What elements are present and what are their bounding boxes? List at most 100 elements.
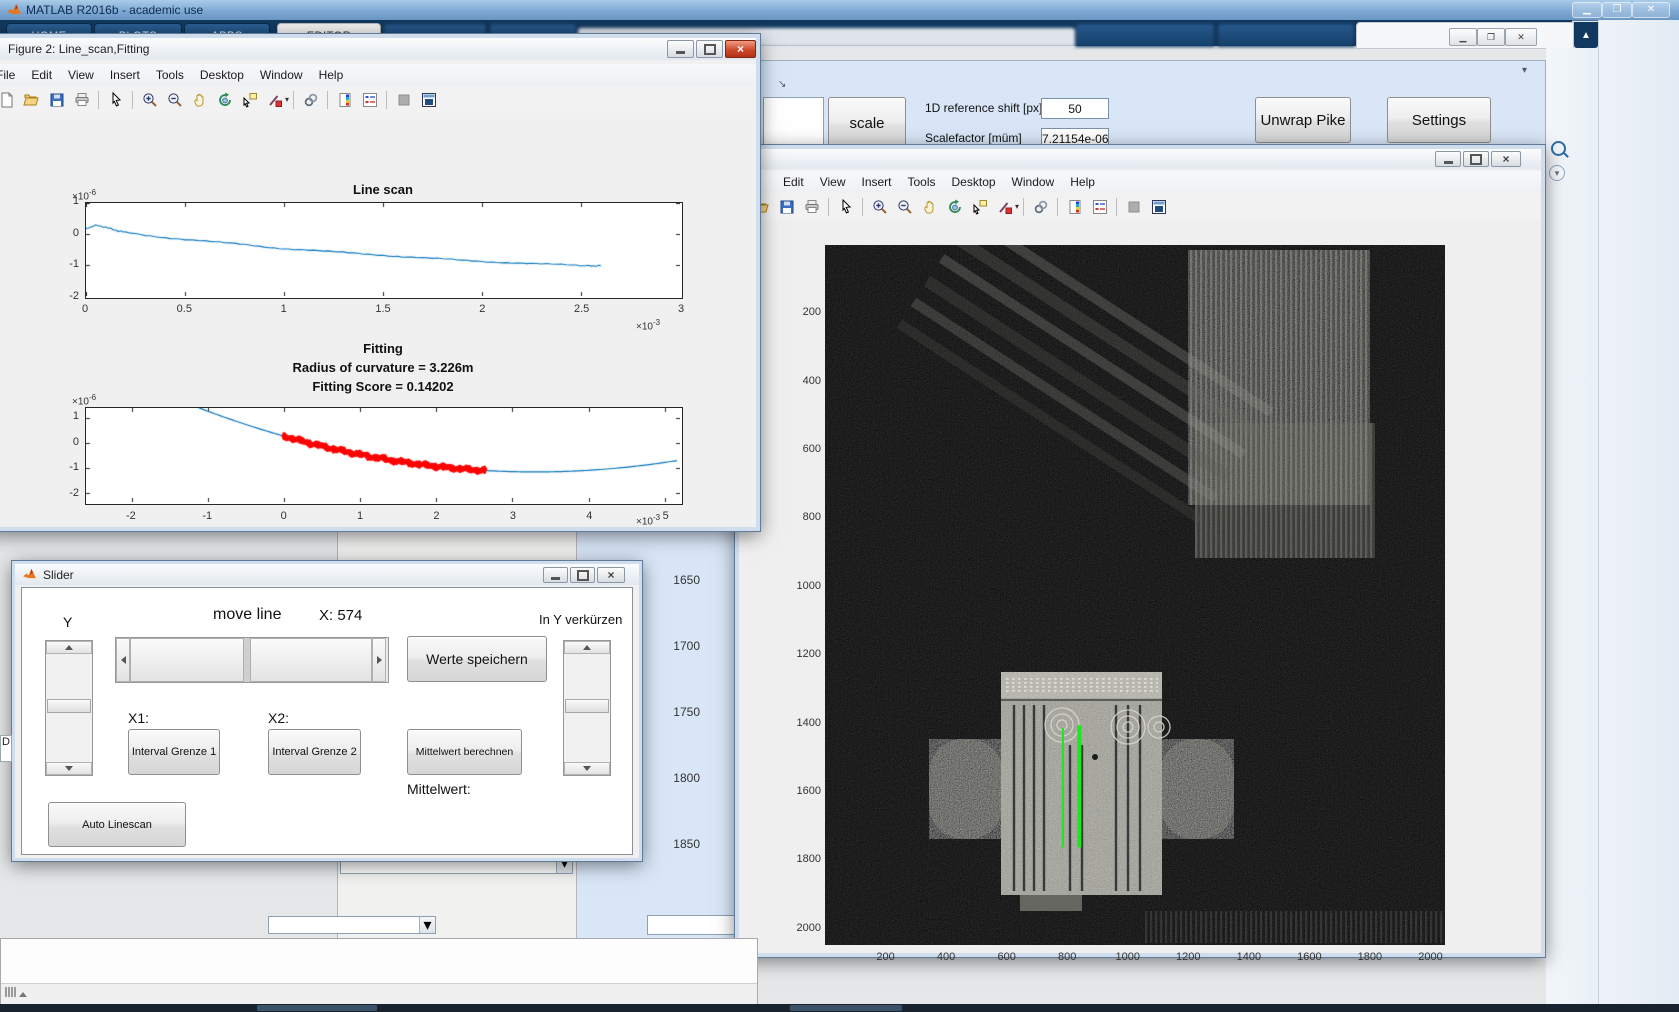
data-cursor-icon[interactable] — [970, 198, 989, 216]
link-plots-icon[interactable] — [1031, 198, 1050, 216]
chevron-down-icon[interactable]: ▾ — [1549, 165, 1565, 181]
settings-button[interactable]: Settings — [1387, 97, 1491, 143]
matlab-titlebar[interactable]: MATLAB R2016b - academic use ▁ ❐ ✕ — [0, 0, 1679, 21]
interferogram-image[interactable] — [825, 212, 1445, 945]
restore-button[interactable] — [1463, 151, 1489, 167]
y-tick-label: -1 — [69, 258, 79, 271]
background-axis-tick-label: 1700 — [673, 639, 700, 653]
pan-hand-icon[interactable] — [920, 198, 939, 216]
clipped-panel-fragment: D — [0, 735, 12, 762]
colorbar-icon[interactable] — [335, 91, 354, 109]
menubar: FileEditViewInsertToolsDesktopWindowHelp — [0, 64, 756, 87]
menu-item-help[interactable]: Help — [1062, 175, 1103, 189]
doc-minimize-button[interactable]: ▁ — [1449, 28, 1477, 46]
zoom-out-icon[interactable] — [895, 198, 914, 216]
restore-button[interactable]: ❐ — [1602, 2, 1632, 18]
zoom-in-icon[interactable] — [870, 198, 889, 216]
minimize-button[interactable] — [667, 40, 694, 58]
menu-item-edit[interactable]: Edit — [775, 175, 812, 189]
open-folder-icon[interactable] — [22, 91, 41, 109]
y-slider-left[interactable] — [45, 640, 93, 776]
inactive-square-icon[interactable] — [1124, 198, 1143, 216]
x-tick-label: 2 — [433, 510, 440, 522]
doc-restore-button[interactable]: ❐ — [1477, 28, 1505, 46]
brush-icon[interactable] — [265, 91, 284, 109]
compute-mean-button[interactable]: Mittelwert berechnen — [407, 729, 522, 775]
print-icon[interactable] — [72, 91, 91, 109]
brush-icon[interactable] — [995, 198, 1014, 216]
taskbar[interactable] — [0, 1004, 1679, 1012]
dock-arrow-icon[interactable]: ↘ — [778, 79, 786, 90]
figure-image-titlebar[interactable]: ld — [739, 149, 1541, 169]
menu-item-desktop[interactable]: Desktop — [192, 68, 252, 82]
doc-close-button[interactable]: ✕ — [1505, 28, 1537, 46]
figure2-titlebar[interactable]: Figure 2: Line_scan,Fitting — [0, 38, 756, 60]
menu-item-view[interactable]: View — [60, 68, 102, 82]
rotate-3d-icon[interactable] — [945, 198, 964, 216]
menu-item-insert[interactable]: Insert — [102, 68, 148, 82]
docked-figure-icon[interactable] — [1149, 198, 1168, 216]
new-document-icon[interactable] — [0, 91, 16, 109]
ref-shift-input[interactable] — [1041, 98, 1109, 119]
menu-item-view[interactable]: View — [812, 175, 854, 189]
menu-item-window[interactable]: Window — [1004, 175, 1063, 189]
menu-item-window[interactable]: Window — [252, 68, 311, 82]
zoom-out-icon[interactable] — [165, 91, 184, 109]
auto-linescan-button[interactable]: Auto Linescan — [48, 802, 186, 847]
docked-figure-icon[interactable] — [419, 91, 438, 109]
unwrap-pike-button[interactable]: Unwrap Pike — [1255, 97, 1351, 143]
background-combobox[interactable]: ▾ — [268, 916, 436, 934]
menu-item-help[interactable]: Help — [311, 68, 352, 82]
pointer-icon[interactable] — [836, 198, 855, 216]
ribbon-tab-ghost — [1217, 23, 1355, 47]
close-button[interactable]: × — [1491, 151, 1521, 167]
save-values-button[interactable]: Werte speichern — [407, 636, 547, 682]
menu-item-insert[interactable]: Insert — [853, 175, 899, 189]
menu-item-tools[interactable]: Tools — [900, 175, 944, 189]
minimize-button[interactable]: ▁ — [1572, 2, 1602, 18]
close-button[interactable]: ✕ — [1632, 2, 1670, 18]
menu-item-desktop[interactable]: Desktop — [944, 175, 1004, 189]
panel-chevron-icon[interactable]: ▾ — [1522, 65, 1527, 76]
restore-button[interactable] — [696, 40, 723, 58]
inactive-square-icon[interactable] — [394, 91, 413, 109]
toolbar-separator — [327, 90, 329, 109]
figure-image-window: ld × EditViewInsertToolsDesktopWindowHel… — [735, 145, 1545, 963]
zoom-in-icon[interactable] — [140, 91, 159, 109]
image-y-tick-label: 1000 — [796, 579, 821, 592]
menu-item-edit[interactable]: Edit — [23, 68, 60, 82]
print-icon[interactable] — [802, 198, 821, 216]
legend-icon[interactable] — [360, 91, 379, 109]
interval-limit1-button[interactable]: Interval Grenze 1 — [128, 729, 220, 775]
close-button[interactable]: × — [725, 40, 756, 58]
interval-limit2-button[interactable]: Interval Grenze 2 — [268, 729, 361, 775]
rotate-3d-icon[interactable] — [215, 91, 234, 109]
plot2-xscale: ×10-3 — [636, 513, 661, 528]
plot2-title-line3: Fitting Score = 0.14202 — [312, 379, 454, 394]
scale-button[interactable]: scale — [828, 97, 906, 150]
y-slider-right[interactable] — [563, 640, 611, 776]
menu-item-file[interactable]: File — [0, 68, 23, 82]
x-slider[interactable] — [115, 637, 389, 683]
x-tick-label: 1 — [357, 510, 364, 522]
link-plots-icon[interactable] — [301, 91, 320, 109]
save-icon[interactable] — [47, 91, 66, 109]
resize-grip[interactable] — [5, 987, 27, 997]
colorbar-icon[interactable] — [1065, 198, 1084, 216]
legend-icon[interactable] — [1090, 198, 1109, 216]
search-icon[interactable] — [1551, 141, 1566, 156]
menu-item-tools[interactable]: Tools — [148, 68, 192, 82]
save-icon[interactable] — [777, 198, 796, 216]
minimize-button[interactable] — [1435, 151, 1461, 167]
pan-hand-icon[interactable] — [190, 91, 209, 109]
mean-label: Mittelwert: — [407, 781, 471, 797]
dropdown-caret-icon[interactable]: ▾ — [285, 95, 289, 104]
minimize-button[interactable] — [543, 567, 568, 583]
restore-button[interactable] — [570, 567, 595, 583]
dropdown-caret-icon[interactable]: ▾ — [1015, 202, 1019, 211]
close-button[interactable]: × — [597, 567, 625, 583]
ribbon-collapse-button[interactable]: ▲ — [1574, 22, 1598, 48]
pointer-icon[interactable] — [106, 91, 125, 109]
image-y-tick-label: 200 — [802, 306, 821, 319]
data-cursor-icon[interactable] — [240, 91, 259, 109]
